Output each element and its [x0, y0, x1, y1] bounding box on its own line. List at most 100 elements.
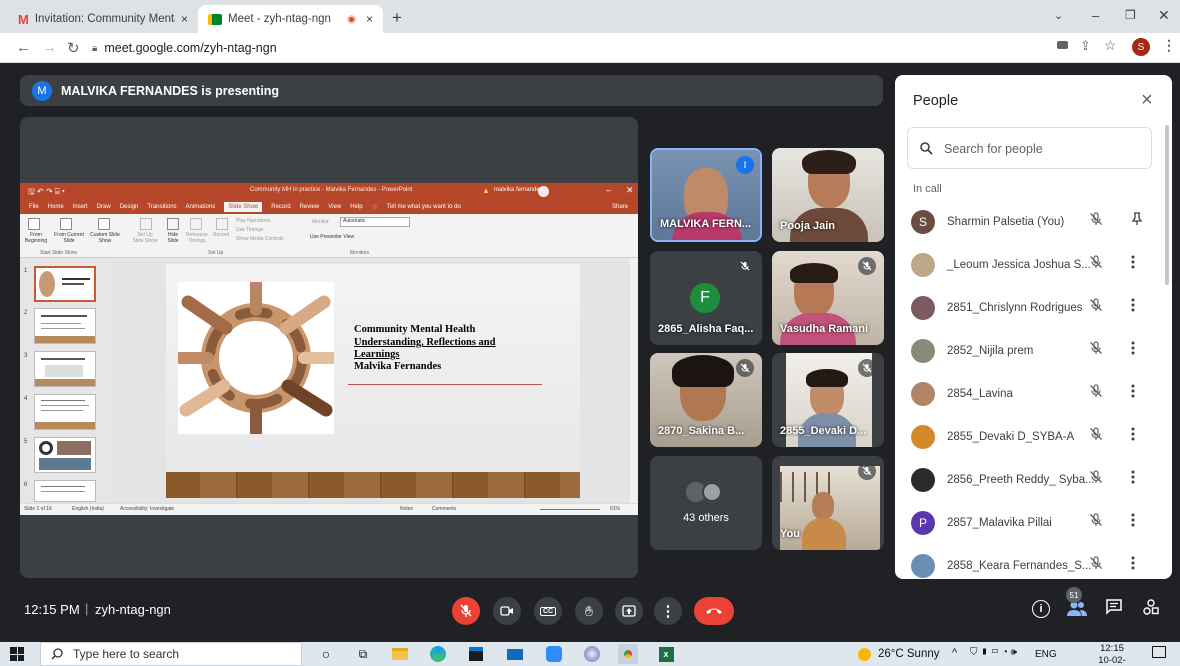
participant-row[interactable]: 2851_Chrislynn Rodrigues — [895, 286, 1172, 329]
tab-meet[interactable]: Meet - zyh-ntag-ngn × — [198, 5, 383, 33]
clock-date[interactable]: 10-02-2022 — [1088, 655, 1136, 666]
more-options-icon[interactable] — [1131, 470, 1135, 489]
participant-name: 2865_Alisha Faq... — [658, 323, 754, 335]
chat-button[interactable] — [1106, 599, 1122, 620]
ppt-app-title: Community MH in practice - Malvika Ferna… — [250, 187, 413, 193]
presenter-view-checkbox: Use Presenter View — [310, 234, 355, 240]
tray-icons[interactable]: ⛉ ▮ ▭ ◔ 🕪︎ — [970, 647, 1017, 658]
participant-row[interactable]: _Leoum Jessica Joshua S... — [895, 243, 1172, 286]
participant-avatar: S — [911, 209, 935, 234]
clock-time[interactable]: 12:15 — [1090, 643, 1134, 654]
chrome-taskbar-icon[interactable] — [618, 644, 638, 664]
status-accessibility: Accessibility: Investigate — [120, 506, 175, 512]
windows-start-icon[interactable] — [10, 647, 24, 661]
presenter-avatar: M — [32, 80, 52, 101]
mic-off-icon — [460, 604, 472, 617]
tab-close-icon[interactable]: × — [181, 12, 188, 26]
participant-tile-alisha[interactable]: F 2865_Alisha Faq... — [650, 251, 762, 345]
file-explorer-icon[interactable] — [390, 644, 410, 664]
participant-row[interactable]: 2858_Keara Fernandes_S... — [895, 544, 1172, 579]
task-view-icon[interactable]: ⧉ — [353, 644, 373, 664]
store-icon[interactable] — [466, 644, 486, 664]
new-tab-button[interactable]: + — [392, 8, 402, 28]
url-field[interactable]: 🔒︎ meet.google.com/zyh-ntag-ngn — [92, 37, 1032, 59]
activities-button[interactable] — [1143, 599, 1159, 620]
participant-tile-pooja[interactable]: Pooja Jain — [772, 148, 884, 242]
self-view-tile[interactable]: You — [772, 456, 884, 550]
slide-title-line-1: Community Mental Health — [354, 324, 476, 335]
more-vert-icon: ⋮ — [660, 603, 676, 620]
pin-icon[interactable] — [1131, 212, 1143, 231]
participant-row[interactable]: 2856_Preeth Reddy_ Syba... — [895, 458, 1172, 501]
close-panel-icon[interactable]: × — [1141, 89, 1153, 112]
more-options-icon[interactable] — [1131, 298, 1135, 317]
present-now-button[interactable] — [615, 597, 643, 625]
presenting-banner: M MALVIKA FERNANDES is presenting — [20, 75, 883, 106]
weather-text[interactable]: 26°C Sunny — [878, 648, 940, 660]
profile-avatar[interactable]: S — [1132, 38, 1150, 56]
status-language: English (India) — [72, 506, 104, 512]
slide-canvas: Community Mental Health Understanding, R… — [112, 258, 638, 503]
search-people-input[interactable]: Search for people — [907, 127, 1152, 169]
input-language[interactable]: ENG — [1035, 649, 1057, 660]
participant-tile-devaki[interactable]: 2855_Devaki D... — [772, 353, 884, 447]
excel-icon[interactable]: x — [656, 644, 676, 664]
thumb-slide-2 — [34, 308, 96, 344]
captions-button[interactable]: CC — [534, 597, 562, 625]
mic-toggle-button[interactable] — [452, 597, 480, 625]
leave-call-button[interactable] — [694, 597, 734, 625]
mic-off-icon — [1089, 298, 1103, 317]
setup-group-label: Set Up — [208, 250, 224, 256]
tab-search-chevron-icon[interactable]: ⌄ — [1054, 9, 1063, 22]
more-options-icon[interactable] — [1131, 427, 1135, 446]
restore-icon[interactable]: ❐ — [1125, 8, 1136, 22]
bookmark-star-icon[interactable]: ☆ — [1104, 37, 1117, 54]
tray-chevron-icon[interactable]: ^ — [952, 647, 957, 659]
more-options-icon[interactable] — [1131, 341, 1135, 360]
participant-row[interactable]: 2855_Devaki D_SYBA-A — [895, 415, 1172, 458]
participant-name: 2855_Devaki D_SYBA-A — [947, 430, 1075, 443]
setup-show-icon — [140, 218, 152, 230]
camera-in-use-icon[interactable] — [1057, 41, 1068, 49]
more-options-icon[interactable] — [1131, 384, 1135, 403]
weather-sun-icon[interactable] — [858, 648, 871, 661]
quick-access-icons: 🖫 ↶ ↷ ⌸ ▾ — [28, 187, 65, 196]
participant-row[interactable]: 2852_Nijila prem — [895, 329, 1172, 372]
setup-show-label: Set Up Slide Show — [132, 232, 158, 244]
slide-red-divider — [348, 384, 542, 385]
meeting-info-icon[interactable]: i — [1032, 600, 1050, 618]
reload-icon[interactable]: ↻ — [67, 39, 80, 57]
edge-icon[interactable] — [428, 644, 448, 664]
ppt-min-icon: – — [606, 185, 612, 195]
camera-toggle-button[interactable] — [493, 597, 521, 625]
tell-me-box: Tell me what you want to do — [386, 204, 461, 210]
participant-tile-sakina[interactable]: 2870_Sakina B... — [650, 353, 762, 447]
minimize-icon[interactable]: – — [1092, 8, 1099, 23]
more-options-icon[interactable] — [1131, 513, 1135, 532]
mail-icon[interactable] — [505, 644, 525, 664]
participant-tile-malvika[interactable]: ⁞ MALVIKA FERN... — [650, 148, 762, 242]
taskbar-search-box[interactable]: Type here to search — [40, 642, 302, 666]
tab-gmail-invitation[interactable]: M Invitation: Community Mental He × — [8, 5, 198, 33]
more-options-button[interactable]: ⋮ — [654, 597, 682, 625]
back-icon[interactable]: ← — [16, 39, 31, 56]
browser-menu-icon[interactable]: ⋮ — [1162, 37, 1176, 54]
participant-tile-vasudha[interactable]: Vasudha Ramani — [772, 251, 884, 345]
participant-tile-others[interactable]: 43 others — [650, 456, 762, 550]
people-button[interactable] — [1066, 601, 1088, 622]
window-close-icon[interactable]: ✕ — [1158, 7, 1170, 24]
raise-hand-button[interactable]: ✋︎ — [575, 597, 603, 625]
participant-row[interactable]: P 2857_Malavika Pillai — [895, 501, 1172, 544]
participant-row[interactable]: 2854_Lavina — [895, 372, 1172, 415]
tab-close-icon[interactable]: × — [366, 12, 373, 26]
browser-app-icon[interactable] — [582, 644, 602, 664]
more-options-icon[interactable] — [1131, 556, 1135, 575]
participant-row[interactable]: S Sharmin Palsetia (You) — [895, 200, 1172, 243]
zoom-app-icon[interactable] — [544, 644, 564, 664]
share-icon[interactable]: ⇪ — [1080, 38, 1091, 54]
more-options-icon[interactable] — [1131, 255, 1135, 274]
mic-off-icon — [858, 359, 876, 377]
cortana-icon[interactable]: ○ — [316, 644, 336, 664]
notification-icon[interactable] — [1152, 646, 1166, 658]
forward-icon[interactable]: → — [42, 39, 57, 56]
